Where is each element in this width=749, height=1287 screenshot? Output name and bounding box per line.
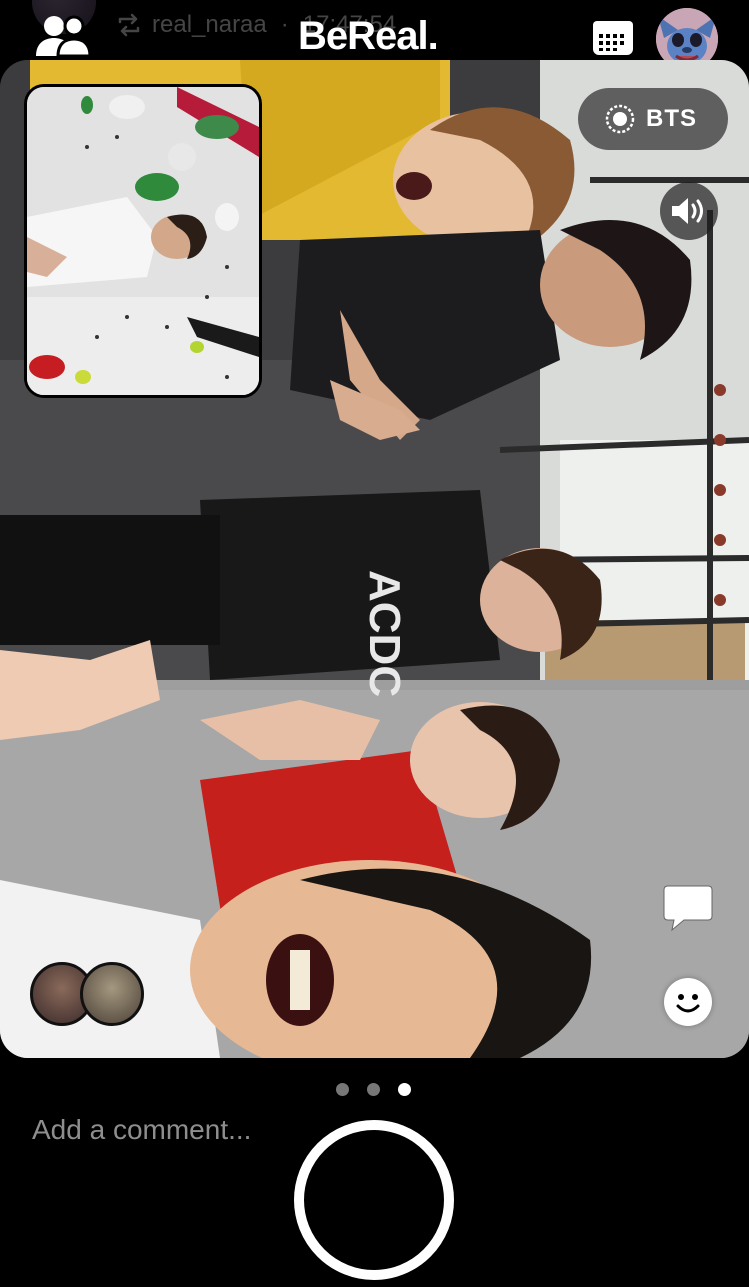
top-bar: real_naraa · 17:47:54 BeReal. <box>0 0 749 70</box>
capture-button[interactable] <box>294 1120 454 1280</box>
calendar-icon <box>593 21 633 55</box>
friends-button[interactable] <box>34 14 92 60</box>
repost-icon <box>118 13 140 37</box>
reaction-avatar[interactable] <box>80 962 144 1026</box>
sound-button[interactable] <box>660 182 718 240</box>
svg-text:ACDC: ACDC <box>360 570 409 697</box>
friends-icon <box>36 15 92 58</box>
comment-bubble-icon <box>663 885 713 932</box>
pager-dot[interactable] <box>367 1083 380 1096</box>
react-button[interactable] <box>664 978 712 1026</box>
inset-photo[interactable] <box>24 84 262 398</box>
climbing-wall-image <box>27 87 259 395</box>
bts-label: BTS <box>646 105 697 132</box>
comment-input[interactable] <box>32 1108 332 1152</box>
comment-button[interactable] <box>662 882 714 934</box>
app-logo: BeReal. <box>298 14 439 58</box>
main-photo[interactable]: ACDC BTS <box>0 60 749 1058</box>
repost-separator: · <box>280 11 289 38</box>
calendar-button[interactable] <box>592 20 634 56</box>
record-icon <box>605 104 635 134</box>
pager-dot[interactable] <box>336 1083 349 1096</box>
bts-button[interactable]: BTS <box>578 88 728 150</box>
pager-dot-active[interactable] <box>398 1083 411 1096</box>
photo-pager <box>336 1083 411 1096</box>
repost-username[interactable]: real_naraa <box>152 11 267 39</box>
smiley-icon <box>666 980 710 1024</box>
realmoji-reactions[interactable] <box>30 962 146 1026</box>
speaker-icon <box>672 198 703 224</box>
